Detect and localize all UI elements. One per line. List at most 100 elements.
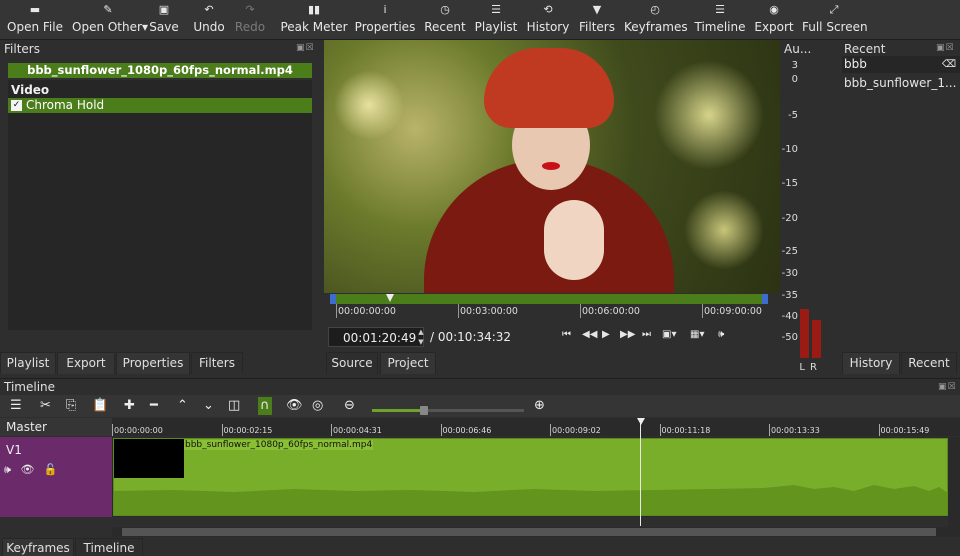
out-point-marker[interactable] [762,294,768,304]
timeline-vertical-scrollbar[interactable] [948,437,960,537]
undo-button[interactable]: ↶ Undo [190,0,228,40]
playlist-button[interactable]: ☰ Playlist [474,0,518,40]
properties-label: Properties [354,20,416,34]
save-label: Save [149,20,179,34]
zoom-out-icon[interactable]: ⊖ [344,397,355,415]
tab-source[interactable]: Source [326,352,378,374]
recent-item[interactable]: bbb_sunflower_1... [844,76,956,90]
append-icon[interactable]: ✚ [124,397,135,415]
scrub-eye-icon[interactable]: 👁 [286,397,303,415]
tab-project[interactable]: Project [380,352,436,374]
zoom-in-icon[interactable]: ⊕ [534,397,545,415]
recent-panel-title: Recent [844,42,886,56]
history-label: History [526,20,570,34]
tab-export[interactable]: Export [57,352,115,374]
menu-icon[interactable]: ☰ [10,397,22,415]
cut-icon[interactable]: ✂ [40,397,51,415]
play-icon[interactable]: ▶ [602,329,610,340]
filters-button[interactable]: ▼ Filters [578,0,616,40]
timeline-icon: ☰ [715,3,725,16]
track-header-v1[interactable]: V1 🕪 👁 🔓 [0,437,112,517]
clear-search-icon[interactable]: ⌫ [942,56,956,73]
dock-float-close-icon[interactable]: ▣☒ [938,382,957,392]
timeline-ruler-label: 00:00:06:46 [442,426,492,435]
open-other-button[interactable]: ✎ Open Other▾ [72,0,148,40]
volume-icon[interactable]: 🕪 [718,329,724,340]
tab-properties[interactable]: Properties [116,352,190,374]
timeline-ruler[interactable]: 00:00:00:00 00:00:02:15 00:00:04:31 00:00:0… [112,418,960,436]
in-point-marker[interactable] [330,294,336,304]
timeline-ruler-label: 00:00:04:31 [333,426,382,435]
lock-icon[interactable]: 🔓 [44,463,58,476]
fast-forward-icon[interactable]: ▶▶ [620,329,635,340]
skip-to-end-icon[interactable]: ⏭ [642,329,651,340]
dock-float-close-icon[interactable]: ▣☒ [936,43,955,53]
keyframes-button[interactable]: ◴ Keyframes [624,0,688,40]
rewind-icon[interactable]: ◀◀ [582,329,597,340]
time-spinner-icon[interactable]: ▲ ▼ [416,327,426,347]
track-area-v1[interactable]: bbb_sunflower_1080p_60fps_normal.mp4 [112,437,948,517]
lift-icon[interactable]: ⌃ [177,397,188,415]
tab-recent[interactable]: Recent [901,352,957,374]
timeline-ruler-label: 00:00:15:49 [880,426,930,435]
timeline-bottom-tabs: Keyframes Timeline [0,538,960,556]
tab-playlist[interactable]: Playlist [0,352,56,374]
right-tabs: History Recent [840,352,960,374]
tab-timeline[interactable]: Timeline [75,538,143,556]
copy-icon[interactable]: ⎘ [66,397,76,415]
zoom-fit-icon[interactable]: ▣▾ [662,329,676,340]
scrollbar-thumb[interactable] [122,528,936,536]
timeline-playhead-handle[interactable] [637,418,645,425]
mute-icon[interactable]: 🕪 [4,463,11,476]
timeline-ruler-label: 00:00:02:15 [223,426,273,435]
properties-button[interactable]: i Properties [354,0,416,40]
db-scale-label: -25 [781,246,798,257]
master-track-label[interactable]: Master [0,418,112,436]
stopwatch-icon: ◴ [650,3,660,16]
tab-filters[interactable]: Filters [191,352,243,374]
timeline-button[interactable]: ☰ Timeline [694,0,746,40]
remove-icon[interactable]: ━ [150,397,158,415]
audio-waveform [114,485,948,515]
paste-icon[interactable]: 📋 [92,397,108,415]
zoom-slider-fill [372,409,424,412]
snap-magnet-icon[interactable]: ∩ [258,397,272,415]
player-playhead[interactable] [386,294,394,302]
skip-to-start-icon[interactable]: ⏮ [562,329,571,340]
subject-headscarf [484,48,614,128]
peak-meter-button[interactable]: ▮▮ Peak Meter [280,0,348,40]
open-file-button[interactable]: ▬ Open File [6,0,64,40]
timeline-clip[interactable]: bbb_sunflower_1080p_60fps_normal.mp4 [113,438,948,516]
save-button[interactable]: ▣ Save [148,0,180,40]
grid-icon[interactable]: ▦▾ [690,329,704,340]
tab-keyframes[interactable]: Keyframes [2,538,74,556]
timeline-horizontal-scrollbar[interactable] [112,527,948,537]
history-button[interactable]: ⟲ History [526,0,570,40]
hide-icon[interactable]: 👁 [20,463,34,476]
full-screen-button[interactable]: ⤢ Full Screen [802,0,868,40]
db-scale-label: -20 [781,213,798,224]
video-preview[interactable] [324,40,780,293]
split-icon[interactable]: ◫ [228,397,240,415]
tab-history[interactable]: History [842,352,900,374]
overwrite-icon[interactable]: ⌄ [203,397,214,415]
zoom-slider[interactable] [372,406,524,415]
player-scrubber[interactable]: 00:00:00:00 00:03:00:00 00:06:00:00 00:0… [330,294,768,320]
in-out-range[interactable] [336,294,762,304]
timeline-playhead[interactable] [640,418,641,526]
total-duration: / 00:10:34:32 [430,330,512,344]
filter-item[interactable]: ✓ Chroma Hold [8,98,312,113]
ripple-icon[interactable]: ◎ [312,397,323,415]
redo-button[interactable]: ↷ Redo [232,0,268,40]
timeline-ruler-label: 00:00:11:18 [661,426,711,435]
player-tabs: Source Project [324,352,780,374]
ruler-label: 00:09:00:00 [704,306,762,317]
export-button[interactable]: ◉ Export [754,0,794,40]
zoom-slider-handle[interactable] [420,406,428,415]
filter-list[interactable]: Video ✓ Chroma Hold [8,80,312,330]
recent-button[interactable]: ◷ Recent [424,0,466,40]
filter-enabled-checkbox[interactable]: ✓ [11,100,22,111]
recent-search-input[interactable]: bbb ⌫ [842,56,960,73]
current-time-field[interactable]: 00:01:20:49 [328,327,424,347]
dock-float-close-icon[interactable]: ▣☒ [296,43,315,53]
